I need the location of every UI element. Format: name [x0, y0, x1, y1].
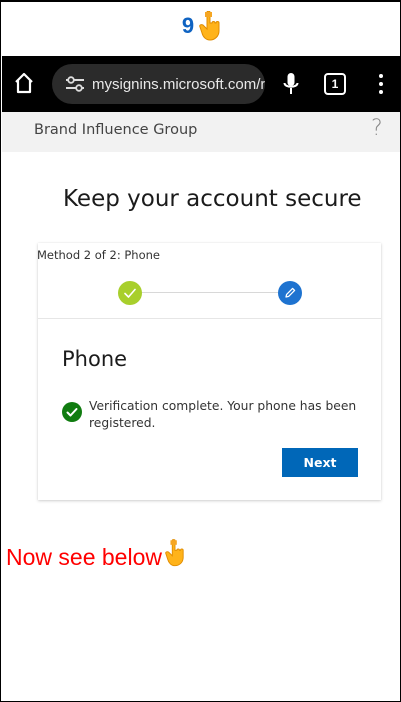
tab-count: 1: [331, 77, 339, 91]
menu-icon[interactable]: [372, 72, 390, 96]
hand-point-down-icon: [199, 11, 220, 41]
mic-icon[interactable]: [281, 72, 301, 96]
address-bar[interactable]: mysignins.microsoft.com/r: [52, 64, 265, 104]
page-title: Keep your account secure: [63, 186, 362, 212]
success-check-icon: [62, 402, 82, 422]
browser-toolbar: mysignins.microsoft.com/r 1: [2, 56, 400, 112]
card-divider: [38, 318, 381, 319]
footer-text: Now see below: [6, 544, 162, 570]
next-button[interactable]: Next: [282, 448, 358, 477]
url-text: mysignins.microsoft.com/r: [92, 75, 265, 93]
pencil-icon: [278, 281, 302, 305]
method-progress-label: Method 2 of 2: Phone: [37, 248, 160, 262]
verification-message: Verification complete. Your phone has be…: [89, 399, 357, 430]
footer-annotation: Now see below: [6, 539, 185, 571]
method-title: Phone: [62, 347, 128, 371]
step-annotation: 9: [1, 8, 401, 44]
hand-point-down-icon: [165, 539, 184, 567]
help-icon[interactable]: ?: [371, 116, 383, 141]
org-name: Brand Influence Group: [34, 122, 198, 138]
site-settings-icon[interactable]: [64, 75, 86, 93]
setup-card: Method 2 of 2: Phone Phone Verification …: [37, 243, 381, 500]
step-number: 9: [181, 13, 196, 38]
progress-connector: [130, 292, 290, 293]
home-icon[interactable]: [12, 71, 36, 95]
tabs-icon[interactable]: 1: [324, 73, 346, 95]
tutorial-frame: 9 mysignins.microsoft.com/r 1 Brand Infl…: [0, 0, 401, 702]
check-icon: [118, 281, 142, 305]
org-header: Brand Influence Group ?: [2, 112, 400, 152]
